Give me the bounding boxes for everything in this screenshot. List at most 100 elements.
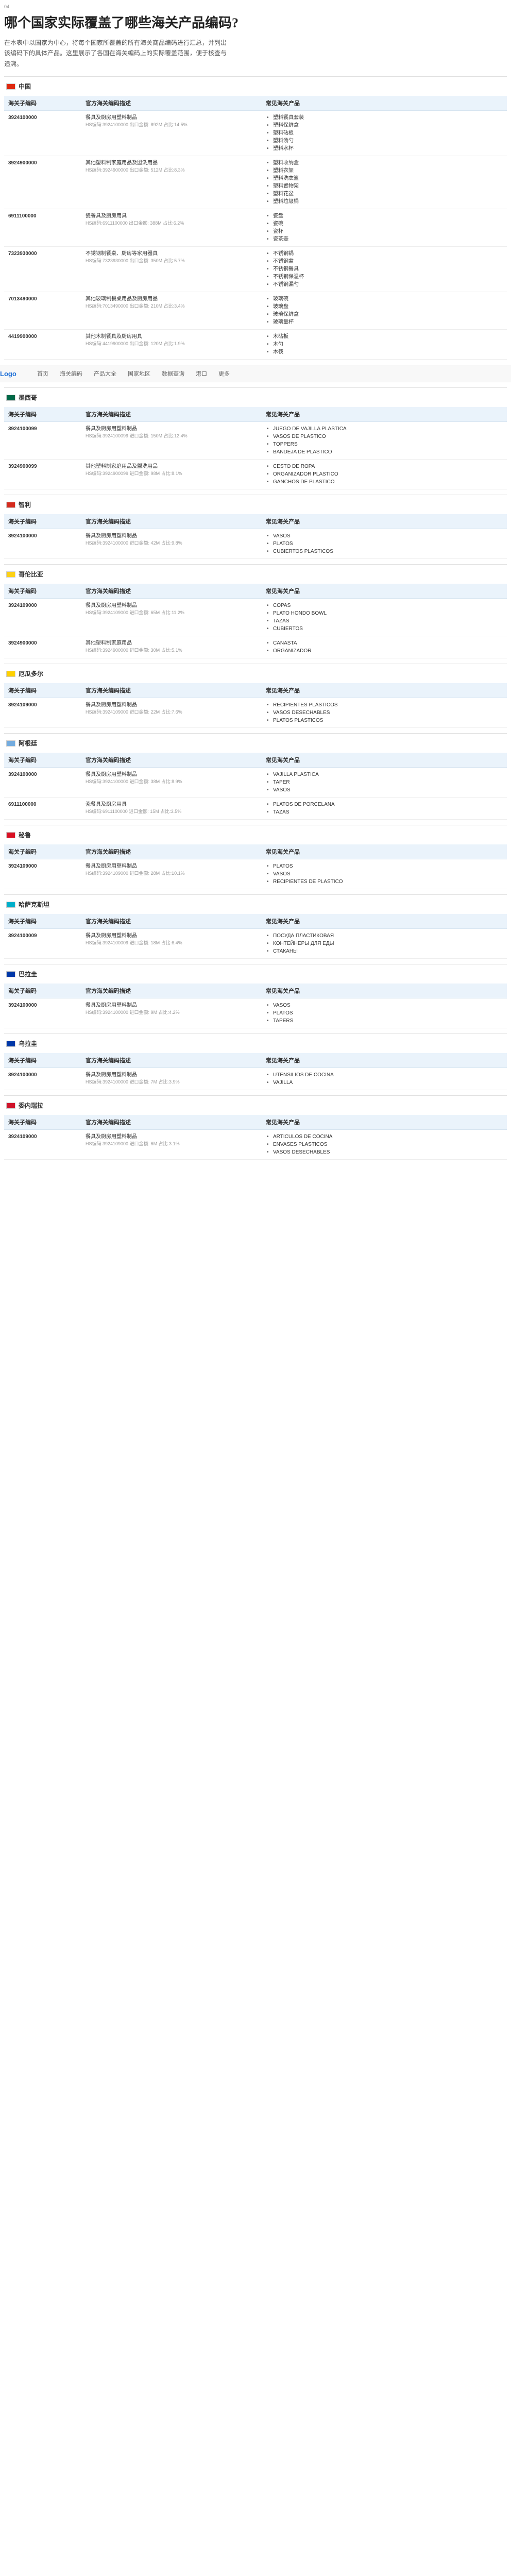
- hs-code-cell[interactable]: 3924100000: [4, 1067, 81, 1091]
- product-item[interactable]: VASOS: [266, 870, 503, 878]
- product-item[interactable]: 塑料花盆: [266, 190, 503, 198]
- product-item[interactable]: PLATOS: [266, 1009, 503, 1017]
- table-row[interactable]: 3924100000 餐具及厨房用塑料制品 HS编码:3924100000 出口金额…: [4, 110, 507, 157]
- product-item[interactable]: TOPPERS: [266, 440, 503, 448]
- product-item[interactable]: JUEGO DE VAJILLA PLASTICA: [266, 425, 503, 433]
- table-row[interactable]: 3924900000 其他塑料制家庭用品 HS编码:3924900000 进口金额:…: [4, 636, 507, 659]
- section-header[interactable]: 阿根廷: [4, 734, 507, 753]
- section-header[interactable]: 哥伦比亚: [4, 565, 507, 584]
- hs-code-cell[interactable]: 3924109000: [4, 698, 81, 728]
- product-item[interactable]: PLATOS PLASTICOS: [266, 717, 503, 724]
- product-item[interactable]: UTENSILIOS DE COCINA: [266, 1071, 503, 1079]
- product-item[interactable]: VAJILLA PLASTICA: [266, 771, 503, 778]
- table-row[interactable]: 7013490000 其他玻璃制餐桌用品及厨房用品 HS编码:7013490000 …: [4, 292, 507, 330]
- hs-code-cell[interactable]: 3924100000: [4, 529, 81, 560]
- nav-item[interactable]: 国家地区: [128, 369, 150, 378]
- product-item[interactable]: CUBIERTOS PLASTICOS: [266, 548, 503, 555]
- product-item[interactable]: VASOS: [266, 532, 503, 540]
- product-item[interactable]: TAZAS: [266, 808, 503, 816]
- product-item[interactable]: PLATO HONDO BOWL: [266, 609, 503, 617]
- product-item[interactable]: VASOS DESECHABLES: [266, 709, 503, 717]
- product-item[interactable]: CUBIERTOS: [266, 625, 503, 633]
- hs-code-cell[interactable]: 7323930000: [4, 246, 81, 293]
- product-item[interactable]: GANCHOS DE PLASTICO: [266, 478, 503, 486]
- table-row[interactable]: 3924900099 其他塑料制家庭用品及盥洗用品 HS编码:3924900099 …: [4, 459, 507, 490]
- table-row[interactable]: 4419900000 其他木制餐具及厨房用具 HS编码:4419900000 出口金…: [4, 329, 507, 360]
- product-item[interactable]: VASOS: [266, 1002, 503, 1009]
- product-item[interactable]: 玻璃盘: [266, 303, 503, 311]
- table-row[interactable]: 3924100099 餐具及厨房用塑料制品 HS编码:3924100099 进口金额…: [4, 421, 507, 460]
- product-item[interactable]: 玻璃保鲜盒: [266, 311, 503, 318]
- section-header[interactable]: 哈萨克斯坦: [4, 895, 507, 914]
- product-item[interactable]: 不锈钢餐具: [266, 265, 503, 273]
- product-item[interactable]: ARTICULOS DE COCINA: [266, 1133, 503, 1141]
- product-item[interactable]: 塑料汤勺: [266, 137, 503, 145]
- table-row[interactable]: 3924100000 餐具及厨房用塑料制品 HS编码:3924100000 进口金额…: [4, 1067, 507, 1091]
- hs-code-cell[interactable]: 3924100099: [4, 421, 81, 460]
- hs-code-cell[interactable]: 3924900000: [4, 636, 81, 659]
- product-item[interactable]: 塑料洗衣篮: [266, 175, 503, 182]
- section-header[interactable]: 厄瓜多尔: [4, 664, 507, 683]
- product-item[interactable]: ORGANIZADOR: [266, 647, 503, 655]
- product-item[interactable]: PLATOS: [266, 540, 503, 548]
- section-header[interactable]: 墨西哥: [4, 388, 507, 407]
- product-item[interactable]: TAZAS: [266, 617, 503, 625]
- table-row[interactable]: 3924100000 餐具及厨房用塑料制品 HS编码:3924100000 进口金额…: [4, 529, 507, 560]
- table-row[interactable]: 3924100000 餐具及厨房用塑料制品 HS编码:3924100000 进口金额…: [4, 998, 507, 1029]
- section-header[interactable]: 乌拉圭: [4, 1034, 507, 1053]
- table-row[interactable]: 3924100000 餐具及厨房用塑料制品 HS编码:3924100000 进口金额…: [4, 767, 507, 798]
- product-item[interactable]: 木筷: [266, 348, 503, 356]
- product-item[interactable]: 塑料餐具套装: [266, 114, 503, 122]
- hs-code-cell[interactable]: 3924100000: [4, 110, 81, 157]
- table-row[interactable]: 3924109000 餐具及厨房用塑料制品 HS编码:3924109000 进口金额…: [4, 598, 507, 637]
- table-row[interactable]: 3924900000 其他塑料制家庭用品及盥洗用品 HS编码:3924900000 …: [4, 156, 507, 210]
- product-item[interactable]: VASOS: [266, 786, 503, 794]
- hs-code-cell[interactable]: 4419900000: [4, 329, 81, 360]
- hs-code-cell[interactable]: 3924109000: [4, 1129, 81, 1160]
- product-item[interactable]: PLATOS DE PORCELANA: [266, 801, 503, 808]
- table-row[interactable]: 6911100000 瓷餐具及厨房用具 HS编码:6911100000 出口金额: …: [4, 209, 507, 247]
- product-item[interactable]: CANASTA: [266, 639, 503, 647]
- hs-code-cell[interactable]: 3924900000: [4, 156, 81, 210]
- product-item[interactable]: 瓷茶壶: [266, 235, 503, 243]
- product-item[interactable]: VASOS DESECHABLES: [266, 1148, 503, 1156]
- product-item[interactable]: 不锈钢盆: [266, 258, 503, 265]
- product-item[interactable]: 玻璃碗: [266, 295, 503, 303]
- product-item[interactable]: RECIPIENTES DE PLASTICO: [266, 878, 503, 886]
- section-header[interactable]: 委内瑞拉: [4, 1096, 507, 1115]
- table-row[interactable]: 7323930000 不锈钢制餐桌、厨房等家用器具 HS编码:7323930000 …: [4, 246, 507, 293]
- product-item[interactable]: 塑料收纳盒: [266, 159, 503, 167]
- section-header[interactable]: 巴拉圭: [4, 964, 507, 984]
- site-logo[interactable]: Logo: [0, 370, 26, 378]
- product-item[interactable]: 瓷杯: [266, 228, 503, 235]
- product-item[interactable]: 塑料砧板: [266, 129, 503, 137]
- product-item[interactable]: CESTO DE ROPA: [266, 463, 503, 470]
- nav-item[interactable]: 数据查询: [162, 369, 184, 378]
- nav-item[interactable]: 首页: [37, 369, 48, 378]
- hs-code-cell[interactable]: 6911100000: [4, 209, 81, 247]
- product-item[interactable]: COPAS: [266, 602, 503, 609]
- section-header[interactable]: 智利: [4, 495, 507, 514]
- table-row[interactable]: 3924109000 餐具及厨房用塑料制品 HS编码:3924109000 进口金额…: [4, 1129, 507, 1160]
- section-header[interactable]: 中国: [4, 77, 507, 96]
- product-item[interactable]: VAJILLA: [266, 1079, 503, 1087]
- product-item[interactable]: TAPER: [266, 778, 503, 786]
- product-item[interactable]: VASOS DE PLASTICO: [266, 433, 503, 440]
- table-row[interactable]: 3924100009 餐具及厨房用塑料制品 HS编码:3924100009 进口金额…: [4, 928, 507, 959]
- product-item[interactable]: TAPERS: [266, 1017, 503, 1025]
- product-item[interactable]: 不锈钢锅: [266, 250, 503, 258]
- product-item[interactable]: 瓷碗: [266, 220, 503, 228]
- product-item[interactable]: ORGANIZADOR PLASTICO: [266, 470, 503, 478]
- product-item[interactable]: PLATOS: [266, 862, 503, 870]
- product-item[interactable]: СТАКАНЫ: [266, 947, 503, 955]
- product-item[interactable]: 塑料衣架: [266, 167, 503, 175]
- hs-code-cell[interactable]: 3924100000: [4, 767, 81, 798]
- nav-item[interactable]: 海关编码: [60, 369, 82, 378]
- nav-item[interactable]: 更多: [218, 369, 230, 378]
- product-item[interactable]: 不锈钢漏勺: [266, 281, 503, 289]
- product-item[interactable]: ПОСУДА ПЛАСТИКОВАЯ: [266, 932, 503, 940]
- hs-code-cell[interactable]: 3924109000: [4, 859, 81, 890]
- product-item[interactable]: BANDEJA DE PLASTICO: [266, 448, 503, 456]
- product-item[interactable]: 不锈钢保温杯: [266, 273, 503, 281]
- product-item[interactable]: 玻璃量杯: [266, 318, 503, 326]
